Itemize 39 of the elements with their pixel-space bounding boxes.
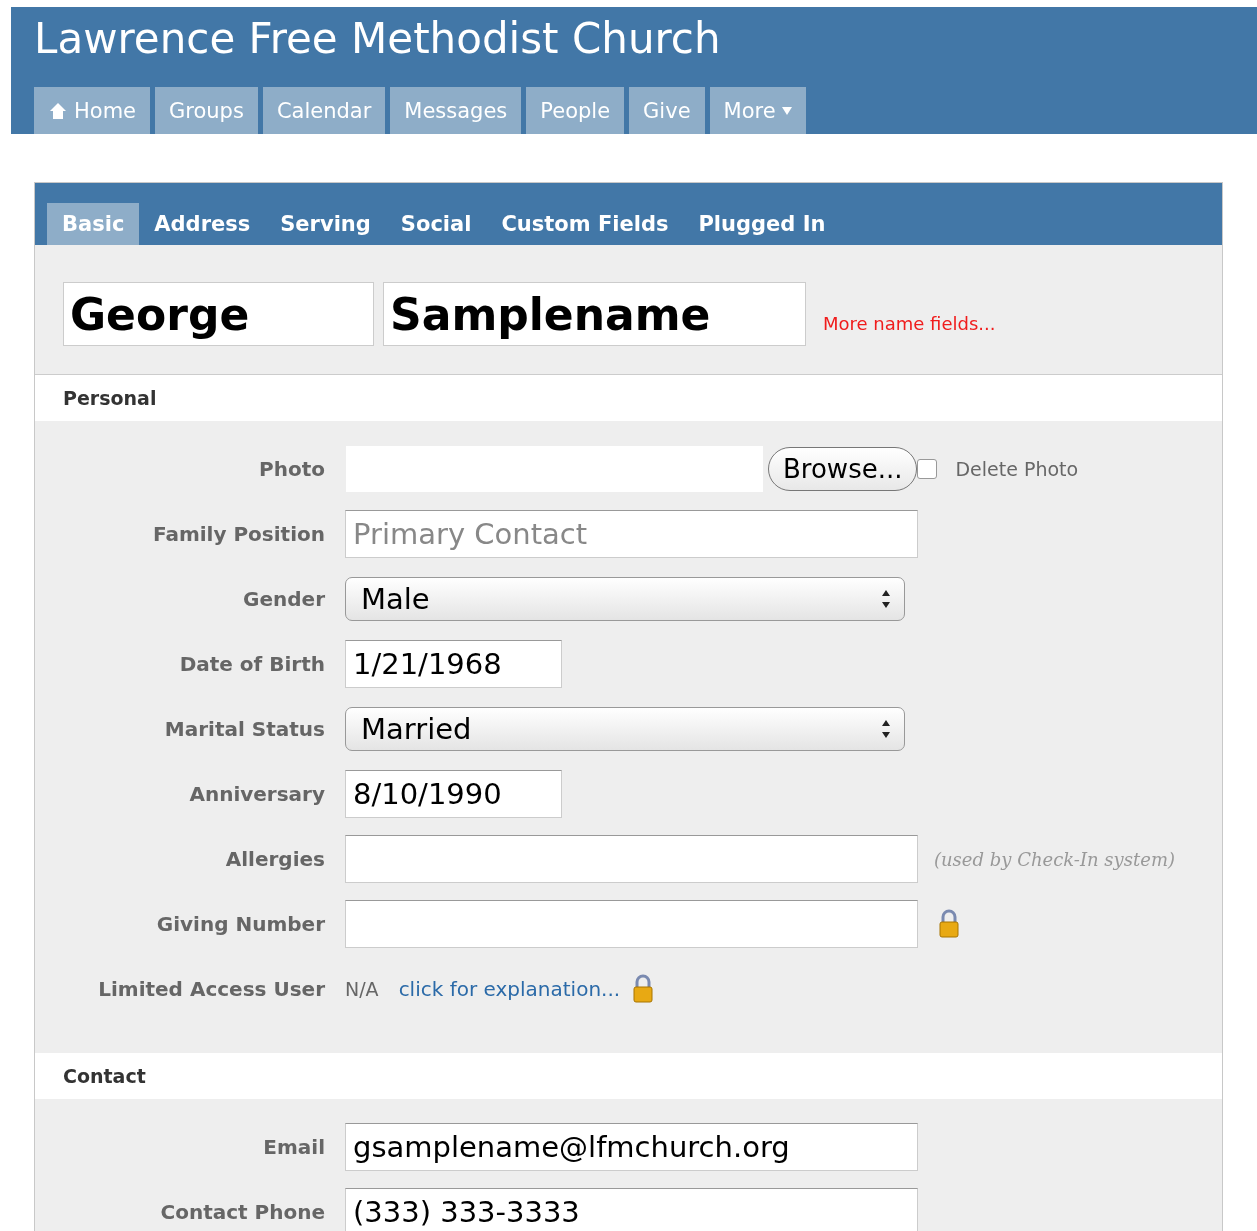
input-field[interactable]: gsamplename@lfmchurch.org	[345, 1123, 918, 1171]
field-label: Anniversary	[188, 782, 325, 806]
field-label: Allergies	[224, 847, 325, 871]
checkbox-label: Delete Photo	[955, 458, 1079, 480]
field-label: Date of Birth	[178, 652, 325, 676]
input-field[interactable]	[345, 835, 918, 883]
field-label: Giving Number	[155, 912, 325, 936]
field-label: Marital Status	[163, 717, 325, 741]
first-name-field[interactable]: George	[63, 282, 374, 346]
section-title: Contact	[63, 1065, 146, 1087]
field-label: Photo	[258, 457, 325, 481]
tab[interactable]: Address	[139, 203, 266, 245]
input-field[interactable]: (333) 333-3333	[345, 1188, 918, 1231]
input-field[interactable]	[345, 900, 918, 948]
tab[interactable]: Plugged In	[683, 203, 841, 245]
explanation-link[interactable]: click for explanation...	[398, 977, 621, 1001]
select-dropdown[interactable]: Married	[345, 707, 905, 751]
more-name-fields-link[interactable]: More name fields...	[823, 312, 996, 334]
input-field[interactable]: Primary Contact	[345, 510, 918, 558]
select-dropdown[interactable]: Male	[345, 577, 905, 621]
section-title: Personal	[63, 387, 157, 409]
input-field[interactable]: 1/21/1968	[345, 640, 562, 688]
field-label: Contact Phone	[159, 1200, 325, 1224]
field-label: Email	[262, 1135, 325, 1159]
field-value: N/A	[345, 978, 379, 1000]
site-title: Lawrence Free Methodist Church	[34, 13, 722, 65]
tab[interactable]: Social	[385, 203, 487, 245]
delete-photo-checkbox[interactable]	[917, 459, 938, 479]
input-field[interactable]: 8/10/1990	[345, 770, 562, 818]
tab[interactable]: Serving	[265, 203, 386, 245]
browse-button[interactable]: Browse...	[768, 447, 918, 491]
field-label: Family Position	[151, 522, 325, 546]
caret-icon	[781, 106, 792, 115]
tab[interactable]: Custom Fields	[486, 203, 684, 245]
field-note: (used by Check-In system)	[934, 848, 1175, 870]
field-label: Gender	[242, 587, 325, 611]
house-icon	[48, 100, 68, 121]
field-label: Limited Access User	[97, 977, 325, 1001]
last-name-field[interactable]: Samplename	[383, 282, 806, 346]
